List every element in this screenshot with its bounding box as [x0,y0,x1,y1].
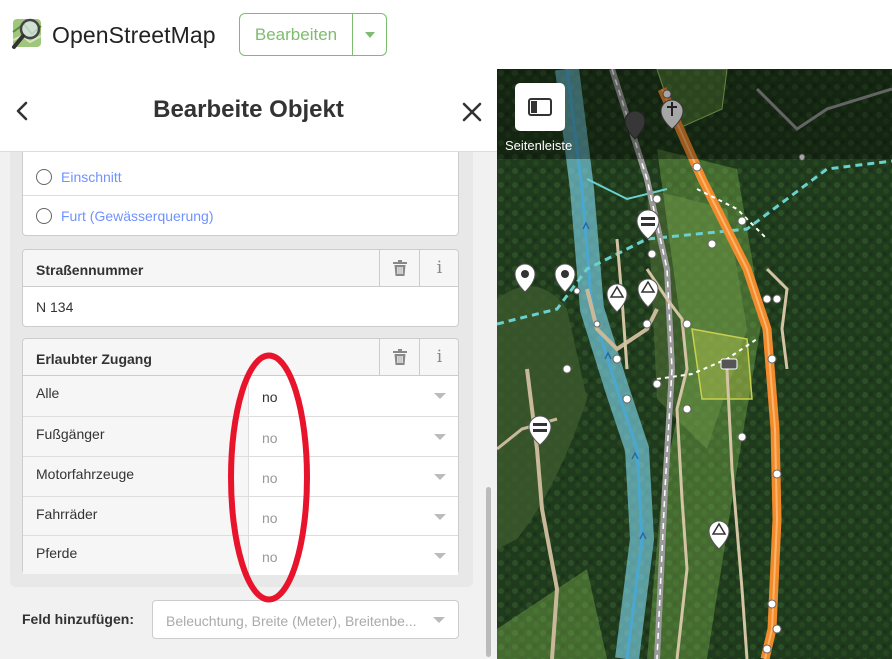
sidebar-toggle-label: Seitenleiste [505,138,573,153]
street-number-input[interactable]: N 134 [36,299,73,315]
chevron-down-icon [434,434,446,440]
chevron-down-icon [434,393,446,399]
add-field-input[interactable]: Beleuchtung, Breite (Meter), Breitenbe..… [152,600,459,639]
edit-button[interactable]: Bearbeiten [239,13,353,56]
chevron-down-icon [434,474,446,480]
field-info-button[interactable]: i [419,250,459,286]
map-view[interactable]: Seitenleiste [497,69,892,659]
trash-icon [392,348,407,365]
radio-label: Einschnitt [61,168,122,185]
sidebar-header: Bearbeite Objekt [0,69,497,152]
radio-label: Furt (Gewässerquerung) [61,208,214,224]
chevron-down-icon [433,617,445,623]
delete-field-button[interactable] [379,250,419,286]
sidebar-panel-icon [528,98,552,116]
openstreetmap-logo-icon[interactable] [10,14,46,52]
add-field-placeholder: Beleuchtung, Breite (Meter), Breitenbe..… [166,613,417,629]
red-annotation-ellipse [228,352,310,603]
sidebar-toggle-button[interactable] [515,83,565,131]
info-icon: i [436,258,443,278]
delete-field-button[interactable] [379,339,419,375]
access-row-label: Fahrräder [36,506,98,522]
access-row-label: Alle [36,385,60,401]
access-row-label: Fußgänger [36,426,105,442]
add-field-label: Feld hinzufügen: [22,611,134,627]
structure-radio-list: Einschnitt Furt (Gewässerquerung) [22,152,459,236]
top-bar: OpenStreetMap Bearbeiten [0,0,892,69]
radio-button[interactable] [36,168,52,185]
field-label: Erlaubter Zugang [36,351,152,367]
edit-dropdown-button[interactable] [353,13,387,56]
radio-button[interactable] [36,208,52,224]
brand-name[interactable]: OpenStreetMap [52,22,216,49]
info-icon: i [436,347,443,367]
edit-button-group: Bearbeiten [239,13,387,56]
chevron-down-icon [364,31,375,38]
sidebar-scrollbar[interactable] [486,487,491,657]
street-number-field: Straßennummer i N 134 [22,249,459,327]
close-icon[interactable] [460,100,484,124]
field-info-button[interactable]: i [419,339,459,375]
access-row-label: Pferde [36,545,78,561]
radio-option-einschnitt[interactable]: Einschnitt [23,158,458,196]
trash-icon [392,259,407,276]
field-label: Straßennummer [36,262,144,278]
field-header: Straßennummer i [23,250,458,287]
sidebar-title: Bearbeite Objekt [153,96,344,123]
chevron-down-icon [434,553,446,559]
radio-option-furt[interactable]: Furt (Gewässerquerung) [23,197,458,235]
chevron-down-icon [434,514,446,520]
access-row-label: Motorfahrzeuge [36,466,135,482]
